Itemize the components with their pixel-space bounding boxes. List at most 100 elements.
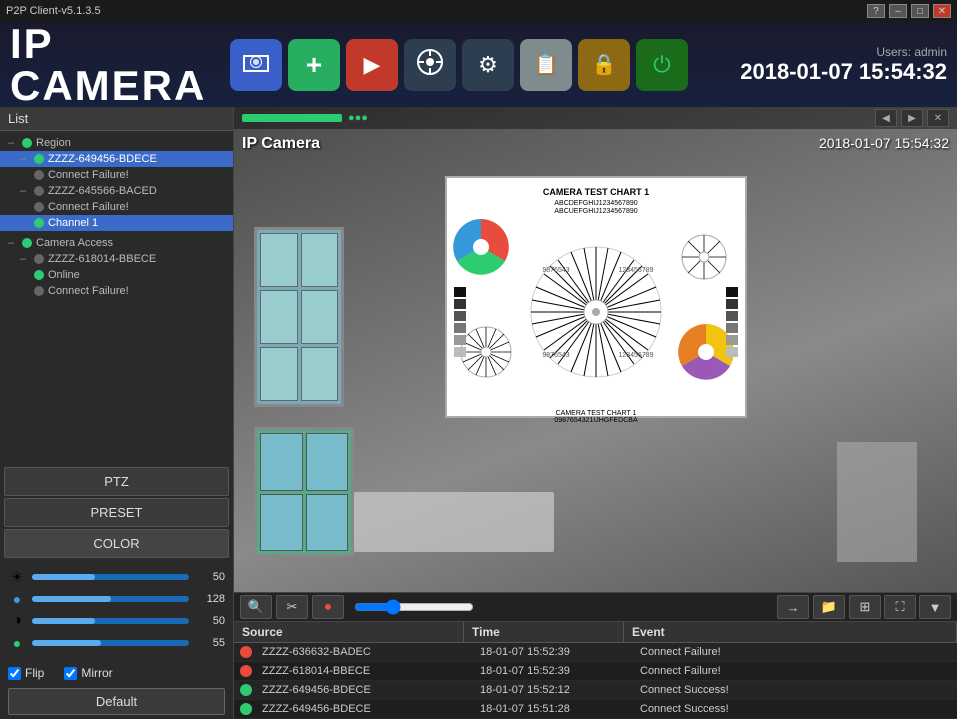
camera-button[interactable] [230, 39, 282, 91]
ptz-button[interactable] [404, 39, 456, 91]
feed-ctrl-arrow-right[interactable]: ▶ [901, 109, 923, 127]
scissors-icon: ✂ [287, 599, 298, 615]
files-icon: 📋 [534, 52, 559, 77]
svg-text:9876543: 9876543 [542, 352, 569, 359]
grid-view-button[interactable]: ⊞ [849, 595, 881, 619]
clip-button[interactable]: ✂ [276, 595, 308, 619]
feed-ctrl-close[interactable]: ✕ [927, 109, 949, 127]
titlebar-controls: ? – □ ✕ [867, 4, 951, 18]
lock-button[interactable]: 🔒 [578, 39, 630, 91]
settings-button[interactable]: ⚙ [462, 39, 514, 91]
event-row[interactable]: ZZZZ-636632-BADEC 18-01-07 15:52:39 Conn… [234, 643, 957, 662]
snap-icon: → [787, 600, 800, 615]
flip-checkbox[interactable]: Flip [8, 666, 44, 680]
header: IP CAMERA + ▶ ⚙ 📋 🔒 ⏻ [0, 22, 957, 107]
event-row[interactable]: ZZZZ-649456-BDECE 18-01-07 15:52:12 Conn… [234, 681, 957, 700]
event-text: Connect Success! [636, 700, 957, 718]
default-button[interactable]: Default [8, 688, 225, 715]
flip-input[interactable] [8, 667, 21, 680]
power-button[interactable]: ⏻ [636, 39, 688, 91]
tree-dev2[interactable]: – ZZZZ-645566-BACED [0, 183, 233, 199]
ptz-sidebar-button[interactable]: PTZ [4, 467, 229, 496]
event-time: 18-01-07 15:51:28 [476, 700, 636, 718]
status-dot [22, 238, 32, 248]
tree-channel-selected[interactable]: Channel 1 [0, 215, 233, 231]
event-time: 18-01-07 15:52:12 [476, 681, 636, 699]
sidebar: List – Region – ZZZZ-649456-BDECE Connec… [0, 107, 234, 719]
flip-label: Flip [25, 666, 44, 680]
color-sidebar-button[interactable]: COLOR [4, 529, 229, 558]
help-button[interactable]: ? [867, 4, 885, 18]
status-dot [34, 270, 44, 280]
play-button[interactable]: ▶ [346, 39, 398, 91]
signal-bar [242, 114, 342, 122]
record-icon: ⏺ [325, 599, 332, 615]
record-button[interactable]: ⏺ [312, 595, 344, 619]
tree-root2[interactable]: – Camera Access [0, 235, 233, 251]
mirror-label: Mirror [81, 666, 112, 680]
svg-text:CAMERA TEST CHART 1: CAMERA TEST CHART 1 [542, 187, 648, 197]
signal-label: ●●● [348, 112, 368, 124]
play-icon: ▶ [364, 52, 381, 78]
tree-ch1[interactable]: Connect Failure! [0, 167, 233, 183]
status-dot-red [240, 646, 252, 658]
event-row[interactable]: ZZZZ-649456-BDECE 18-01-07 15:51:28 Conn… [234, 700, 957, 719]
tree-dev3[interactable]: – ZZZZ-618014-BBECE [0, 251, 233, 267]
contrast-slider[interactable] [32, 618, 189, 624]
zoom-slider[interactable] [354, 599, 474, 615]
logo-text: IP CAMERA [10, 23, 210, 107]
event-text: Connect Failure! [636, 662, 957, 680]
window-decoration-2 [254, 427, 354, 557]
titlebar: P2P Client-v5.1.3.5 ? – □ ✕ [0, 0, 957, 22]
maximize-button[interactable]: □ [911, 4, 929, 18]
close-button[interactable]: ✕ [933, 4, 951, 18]
brightness-slider[interactable] [32, 574, 189, 580]
snap-button[interactable]: → [777, 595, 809, 619]
tree-ch2[interactable]: Connect Failure! [0, 199, 233, 215]
status-dot-red [240, 665, 252, 677]
fullscreen-button[interactable]: ⛶ [884, 595, 916, 619]
brightness-row: ☀ 50 [8, 568, 225, 586]
folder-button[interactable]: 📁 [813, 595, 845, 619]
folder-icon: 📁 [821, 599, 837, 615]
feed-top-controls: ◀ ▶ ✕ [875, 109, 949, 127]
flip-mirror-area: Flip Mirror [0, 662, 233, 684]
files-button[interactable]: 📋 [520, 39, 572, 91]
svg-text:CAMERA TEST CHART 1: CAMERA TEST CHART 1 [555, 410, 636, 417]
tree-ch3[interactable]: Online [0, 267, 233, 283]
event-row[interactable]: ZZZZ-618014-BBECE 18-01-07 15:52:39 Conn… [234, 662, 957, 681]
camera-area: CAMERA TEST CHART 1 ABCDEFGHIJ1234567890… [234, 107, 957, 719]
more-options-button[interactable]: ▼ [919, 595, 951, 619]
device-tree[interactable]: – Region – ZZZZ-649456-BDECE Connect Fai… [0, 131, 233, 463]
tree-dev1[interactable]: – ZZZZ-649456-BDECE [0, 151, 233, 167]
settings-icon: ⚙ [478, 52, 498, 78]
source-column-header: Source [234, 622, 464, 642]
hue-slider[interactable] [32, 596, 189, 602]
hue-icon: ● [8, 590, 26, 608]
preset-sidebar-button[interactable]: PRESET [4, 498, 229, 527]
camera-icon [241, 49, 271, 81]
contrast-value: 50 [195, 615, 225, 627]
event-source: ZZZZ-649456-BDECE [258, 681, 476, 699]
mirror-checkbox[interactable]: Mirror [64, 666, 112, 680]
status-dot [34, 202, 44, 212]
svg-text:ABCUEFGHIJ1234567890: ABCUEFGHIJ1234567890 [554, 208, 637, 215]
feed-container: CAMERA TEST CHART 1 ABCDEFGHIJ1234567890… [234, 107, 957, 592]
camera-label: IP Camera [242, 135, 320, 153]
contrast-row: ◑ 50 [8, 612, 225, 630]
zoom-in-button[interactable]: 🔍 [240, 595, 272, 619]
saturation-slider[interactable] [32, 640, 189, 646]
event-text: Connect Failure! [636, 643, 957, 661]
saturation-icon: ● [8, 634, 26, 652]
minimize-button[interactable]: – [889, 4, 907, 18]
brightness-value: 50 [195, 571, 225, 583]
camera-test-chart: CAMERA TEST CHART 1 ABCDEFGHIJ1234567890… [436, 157, 756, 437]
view-buttons: ⊞ ⛶ ▼ [849, 595, 951, 619]
feed-ctrl-arrow-left[interactable]: ◀ [875, 109, 897, 127]
tree-root1[interactable]: – Region [0, 135, 233, 151]
datetime-area: Users: admin 2018-01-07 15:54:32 [740, 45, 947, 85]
tree-ch4[interactable]: Connect Failure! [0, 283, 233, 299]
add-button[interactable]: + [288, 39, 340, 91]
zoom-slider-area [348, 599, 773, 615]
mirror-input[interactable] [64, 667, 77, 680]
